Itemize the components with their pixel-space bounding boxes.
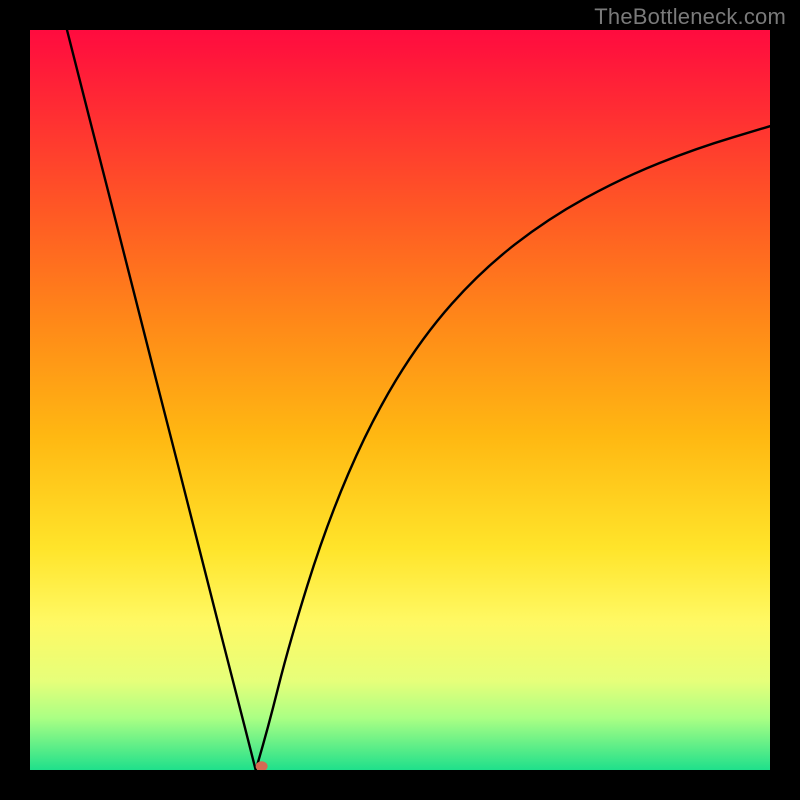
watermark-text: TheBottleneck.com bbox=[594, 4, 786, 30]
plot-area bbox=[30, 30, 770, 770]
plot-svg bbox=[30, 30, 770, 770]
chart-frame: TheBottleneck.com bbox=[0, 0, 800, 800]
gradient-background bbox=[30, 30, 770, 770]
